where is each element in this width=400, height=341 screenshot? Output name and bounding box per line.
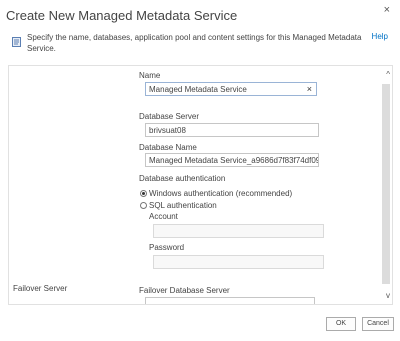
scroll-down-icon[interactable]: v (386, 291, 390, 300)
close-icon[interactable]: × (384, 4, 390, 16)
windows-auth-label[interactable]: Windows authentication (recommended) (149, 189, 292, 198)
failover-section-label: Failover Server (13, 284, 68, 293)
windows-auth-radio[interactable] (140, 190, 147, 197)
failover-db-server-input[interactable] (145, 297, 315, 304)
dialog-description: Specify the name, databases, application… (27, 33, 362, 53)
sql-auth-radio[interactable] (140, 202, 147, 209)
db-name-label: Database Name (139, 143, 197, 152)
form-scroll-pane[interactable]: Name Managed Metadata Service × Database… (8, 65, 393, 305)
scroll-up-icon[interactable]: ^ (386, 70, 390, 79)
cancel-button[interactable]: Cancel (362, 317, 394, 331)
failover-db-server-label: Failover Database Server (139, 286, 230, 295)
password-label: Password (149, 243, 185, 252)
help-link[interactable]: Help (372, 32, 388, 41)
name-input[interactable]: Managed Metadata Service × (145, 82, 317, 96)
db-server-input[interactable]: brivsuat08 (145, 123, 319, 137)
dialog-title: Create New Managed Metadata Service (6, 8, 238, 23)
clear-icon[interactable]: × (307, 84, 312, 94)
sql-auth-label[interactable]: SQL authentication (149, 201, 217, 210)
account-label: Account (149, 212, 178, 221)
db-server-label: Database Server (139, 112, 200, 121)
info-page-icon (12, 37, 21, 47)
password-input[interactable] (153, 255, 324, 269)
db-auth-label: Database authentication (139, 174, 226, 183)
account-input[interactable] (153, 224, 324, 238)
db-name-input[interactable]: Managed Metadata Service_a9686d7f83f74df… (145, 153, 319, 167)
vertical-scrollbar[interactable]: ^ v (380, 66, 392, 304)
name-label: Name (139, 71, 161, 80)
scroll-thumb[interactable] (382, 84, 390, 284)
ok-button[interactable]: OK (326, 317, 356, 331)
name-input-value: Managed Metadata Service (149, 85, 247, 94)
